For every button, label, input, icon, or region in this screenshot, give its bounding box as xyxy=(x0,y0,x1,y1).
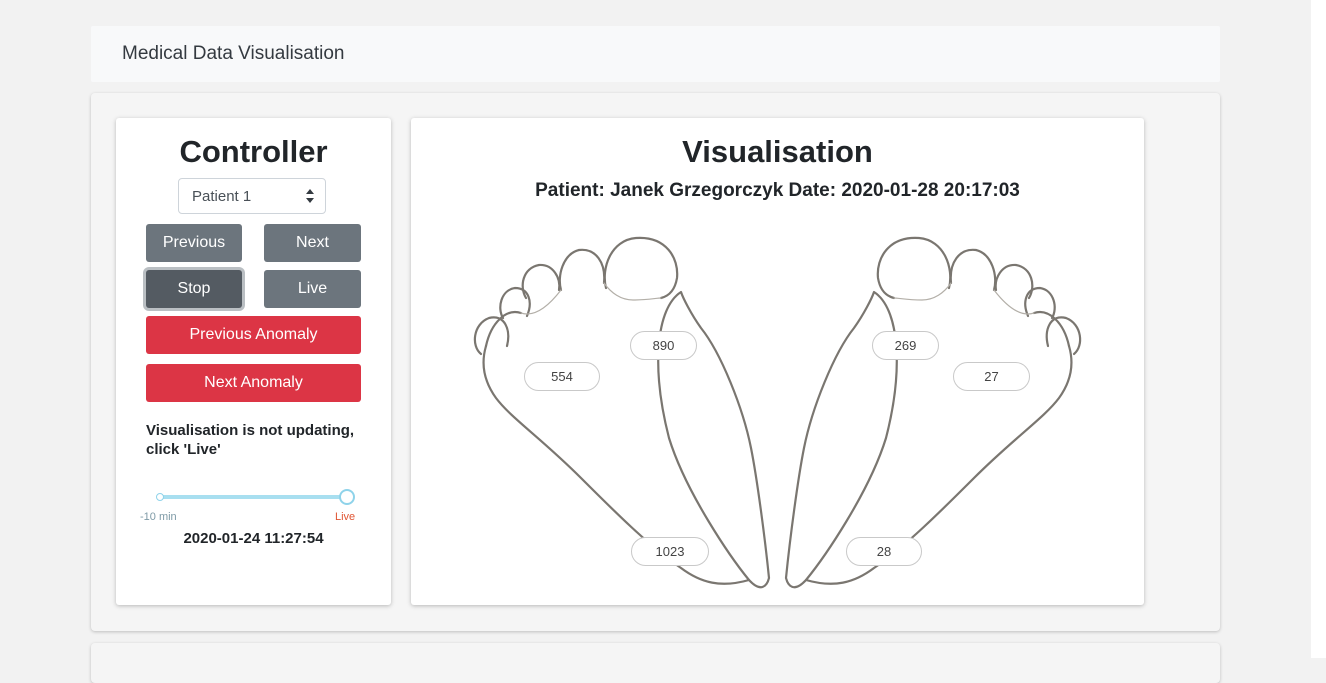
time-slider-min-marker[interactable] xyxy=(156,493,164,501)
controller-title: Controller xyxy=(179,134,328,169)
controller-card: Controller Patient 1 Previous Next Stop … xyxy=(116,118,391,605)
feet-diagram xyxy=(473,236,1082,589)
right-foot-outline xyxy=(784,236,1082,589)
scrollbar[interactable] xyxy=(1311,0,1326,658)
previous-button-label: Previous xyxy=(162,234,226,251)
live-button[interactable]: Live xyxy=(264,270,361,308)
stop-button-label: Stop xyxy=(177,280,211,297)
left-foot-sensor-1: 890 xyxy=(630,331,697,360)
right-foot-sensor-2: 27 xyxy=(953,362,1030,391)
slider-max-label: Live xyxy=(335,511,356,523)
right-foot-sensor-3: 28 xyxy=(846,537,922,566)
next-anomaly-button-label: Next Anomaly xyxy=(204,374,303,391)
left-foot-sensor-2: 554 xyxy=(524,362,600,391)
visualisation-card: Visualisation Patient: Janek Grzegorczyk… xyxy=(411,118,1144,605)
left-foot-sensor-3: 1023 xyxy=(631,537,709,566)
navbar: Medical Data Visualisation xyxy=(91,26,1220,82)
right-foot-sensor-1: 269 xyxy=(872,331,939,360)
left-foot-outline xyxy=(473,236,771,589)
time-slider-track[interactable] xyxy=(160,495,346,499)
next-button-label: Next xyxy=(296,234,329,251)
next-anomaly-button[interactable]: Next Anomaly xyxy=(146,364,361,402)
select-arrows-icon xyxy=(306,189,314,203)
previous-anomaly-button-label: Previous Anomaly xyxy=(189,326,318,343)
slider-timestamp: 2020-01-24 11:27:54 xyxy=(183,530,324,547)
next-button[interactable]: Next xyxy=(264,224,361,262)
stop-button[interactable]: Stop xyxy=(146,270,242,308)
previous-button[interactable]: Previous xyxy=(146,224,242,262)
live-button-label: Live xyxy=(297,280,328,297)
status-message: Visualisation is not updating, click 'Li… xyxy=(146,422,355,458)
previous-anomaly-button[interactable]: Previous Anomaly xyxy=(146,316,361,354)
bottom-panel xyxy=(91,643,1220,683)
patient-select[interactable]: Patient 1 xyxy=(178,178,326,214)
slider-min-label: -10 min xyxy=(140,511,177,523)
patient-select-value: Patient 1 xyxy=(192,188,252,205)
navbar-brand[interactable]: Medical Data Visualisation xyxy=(122,43,345,65)
time-slider-handle[interactable] xyxy=(339,489,355,505)
